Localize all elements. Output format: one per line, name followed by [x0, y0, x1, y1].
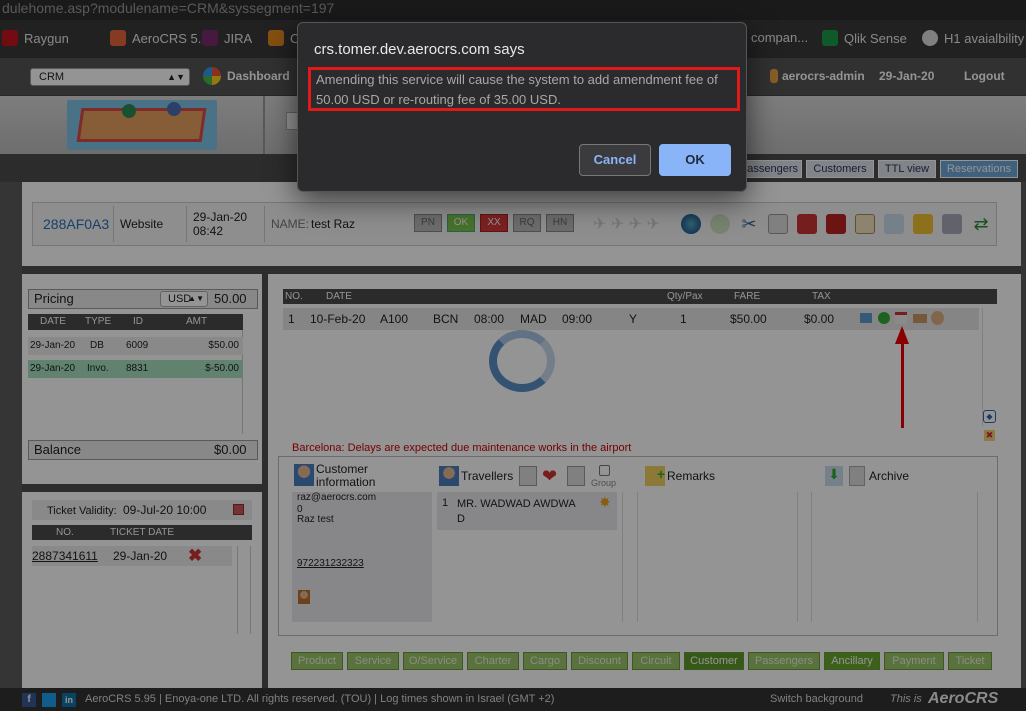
- alert-dialog: crs.tomer.dev.aerocrs.com says Amending …: [297, 22, 747, 192]
- cancel-button[interactable]: Cancel: [579, 144, 651, 176]
- ok-button[interactable]: OK: [659, 144, 731, 176]
- dialog-title: crs.tomer.dev.aerocrs.com says: [314, 41, 525, 58]
- dialog-message: Amending this service will cause the sys…: [308, 67, 740, 111]
